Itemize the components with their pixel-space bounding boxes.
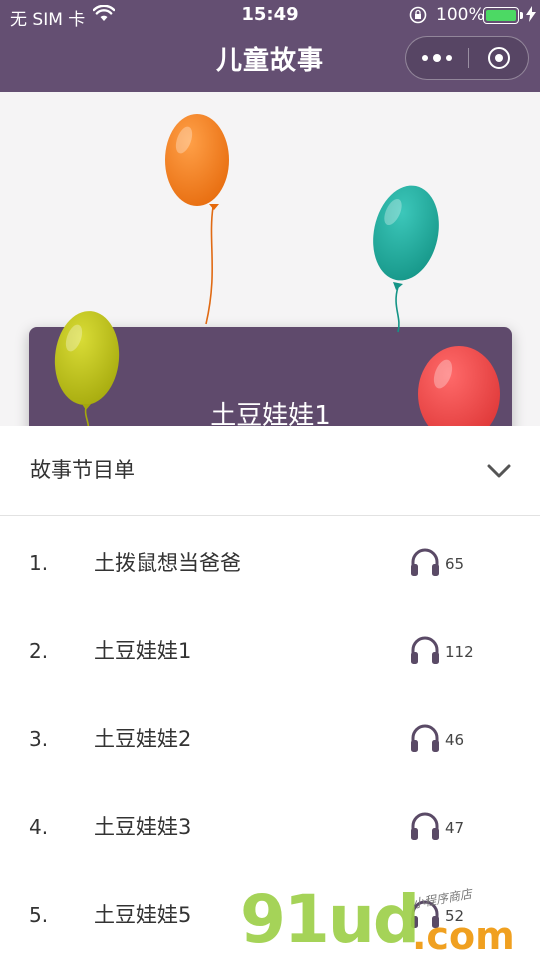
headphones-icon [411,812,439,840]
chevron-down-icon[interactable] [484,456,514,486]
playlist-header[interactable]: 故事节目单 [0,426,540,516]
play-count: 112 [445,643,474,661]
item-title: 土豆娃娃1 [94,639,192,663]
mini-program-capsule [405,36,529,80]
list-item[interactable]: 2. 土豆娃娃1 112 [0,607,540,695]
play-count: 52 [445,907,465,925]
item-index: 2. [29,639,49,663]
item-index: 1. [29,551,49,575]
list-item[interactable]: 3. 土豆娃娃2 46 [0,695,540,783]
playlist-panel: 故事节目单 1. 土拨鼠想当爸爸 65 2. 土豆娃娃1 112 3. 土豆娃娃… [0,426,540,960]
orange-balloon-icon [165,114,229,325]
more-dots-icon[interactable] [406,37,468,79]
item-index: 4. [29,815,49,839]
top-bar: 无 SIM 卡 15:49 100% 儿童故事 [0,0,540,92]
battery-icon [483,7,519,24]
charging-icon [526,6,536,26]
headphones-icon [411,548,439,576]
red-balloon-icon [418,346,500,427]
item-title: 土豆娃娃3 [94,815,192,839]
item-title: 土拨鼠想当爸爸 [94,551,241,575]
headphones-icon [411,636,439,664]
battery-tip [520,12,523,19]
headphones-icon [411,724,439,752]
playlist-title: 故事节目单 [30,458,135,482]
item-title: 土豆娃娃5 [94,903,192,927]
hero-banner: 土豆娃娃1 [0,92,540,427]
teal-balloon-icon [373,185,439,333]
headphones-icon [411,900,439,928]
list-item[interactable]: 4. 土豆娃娃3 47 [0,783,540,871]
yellow-balloon-icon [54,311,120,427]
play-count: 46 [445,731,465,749]
item-title: 土豆娃娃2 [94,727,192,751]
item-index: 5. [29,903,49,927]
list-item[interactable]: 5. 土豆娃娃5 52 [0,871,540,959]
item-index: 3. [29,727,49,751]
balloons-illustration [54,114,500,427]
play-count: 65 [445,555,465,573]
battery-percentage: 100% [436,5,485,25]
play-count: 47 [445,819,465,837]
orientation-lock-icon [408,5,428,30]
list-item[interactable]: 1. 土拨鼠想当爸爸 65 [0,519,540,607]
status-bar: 无 SIM 卡 15:49 100% [0,0,540,30]
close-circle-icon[interactable] [468,37,530,79]
